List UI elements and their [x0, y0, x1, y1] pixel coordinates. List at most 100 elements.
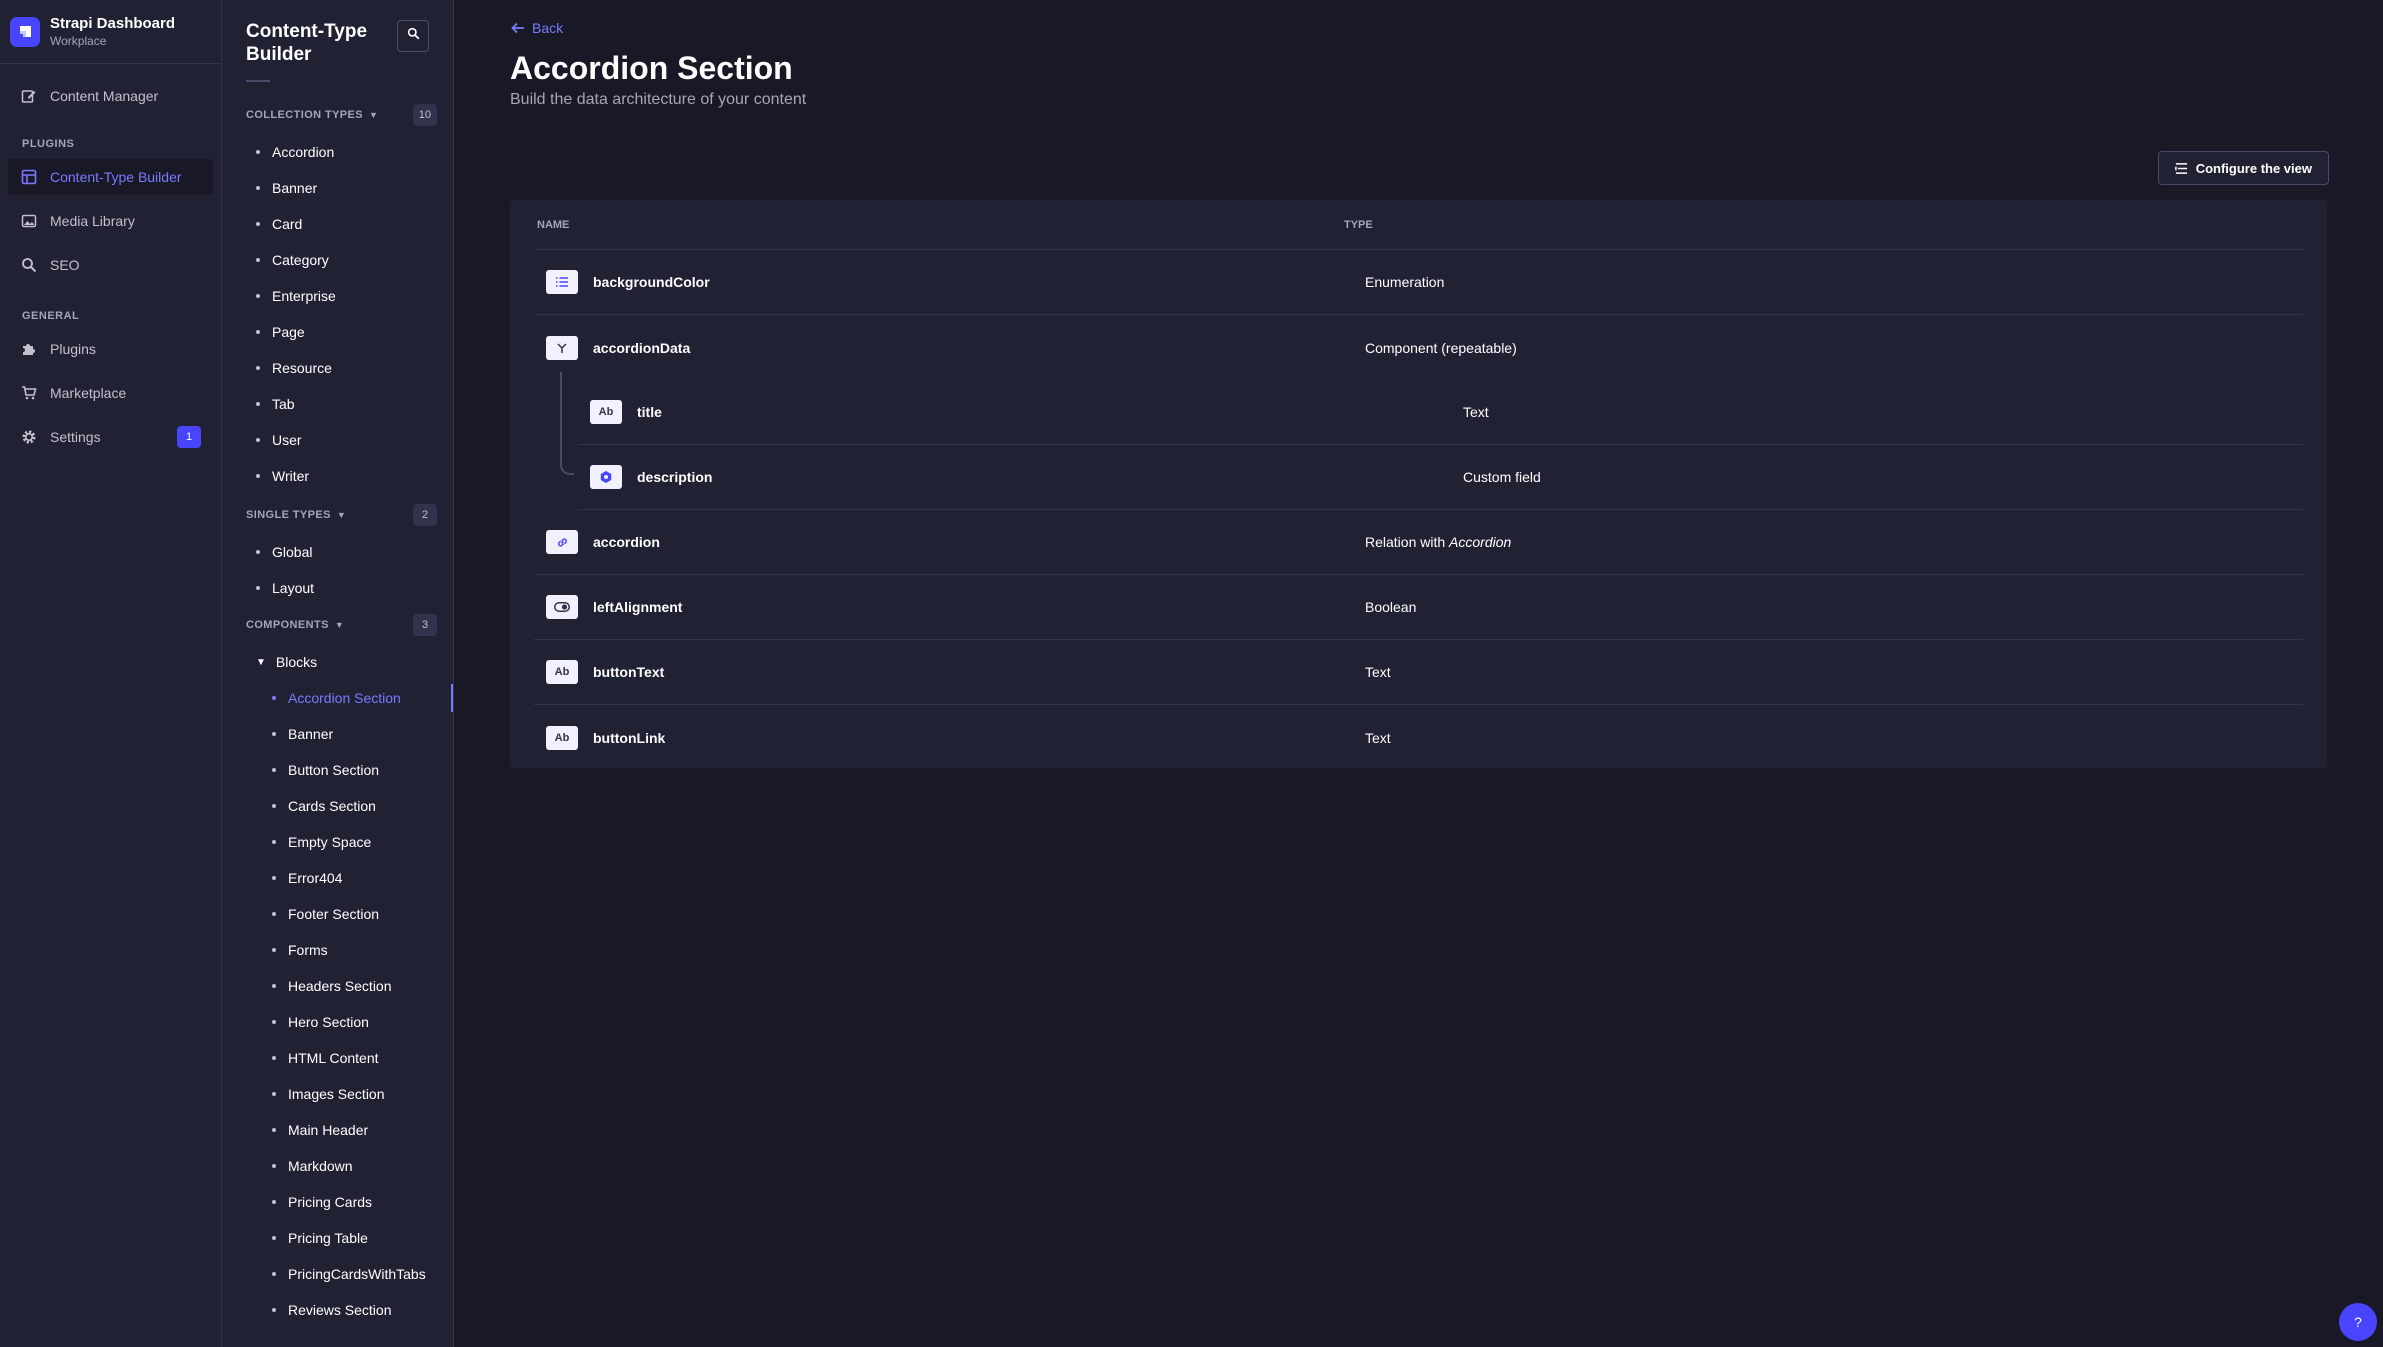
- help-button[interactable]: ?: [2339, 1303, 2377, 1341]
- field-row-accordion[interactable]: accordion Relation with Accordion: [534, 510, 2303, 575]
- subnav-item-label: Category: [272, 252, 329, 268]
- field-name: description: [637, 469, 713, 485]
- bullet-icon: [256, 330, 260, 334]
- field-type: Component (repeatable): [1365, 339, 1517, 356]
- collection-types-toggle[interactable]: COLLECTION TYPES ▼ 10: [222, 102, 453, 128]
- field-name: leftAlignment: [593, 599, 683, 615]
- configure-view-button[interactable]: Configure the view: [2157, 151, 2329, 185]
- nav-plugins[interactable]: Plugins: [8, 331, 213, 367]
- subnav-item-label: User: [272, 432, 302, 448]
- field-type: Text: [1365, 729, 1391, 746]
- field-row-title[interactable]: Ab title Text: [578, 380, 2303, 445]
- subnav-item-headers-section[interactable]: Headers Section: [222, 968, 453, 1004]
- subnav-item-category[interactable]: Category: [222, 242, 453, 278]
- search-icon: [20, 256, 38, 274]
- subnav-item-label: Accordion: [272, 144, 335, 160]
- bullet-icon: [256, 222, 260, 226]
- subnav-item-pricing-cards[interactable]: Pricing Cards: [222, 1184, 453, 1220]
- column-type-header: TYPE: [1344, 218, 1373, 231]
- field-row-buttonText[interactable]: Ab buttonText Text: [534, 640, 2303, 705]
- fields-table: NAME TYPE backgroundColor Enumeration ac…: [510, 200, 2327, 768]
- bullet-icon: [272, 696, 276, 700]
- subnav-item-error404[interactable]: Error404: [222, 860, 453, 896]
- field-row-description[interactable]: description Custom field: [578, 445, 2303, 510]
- nav-seo[interactable]: SEO: [8, 247, 213, 283]
- components-count: 3: [413, 614, 437, 636]
- general-section-label: GENERAL: [22, 310, 80, 322]
- subnav-item-empty-space[interactable]: Empty Space: [222, 824, 453, 860]
- components-toggle[interactable]: COMPONENTS ▼ 3: [222, 612, 453, 638]
- caret-down-icon: ▼: [334, 620, 345, 630]
- nav-content-type-builder[interactable]: Content-Type Builder: [8, 159, 213, 195]
- subnav-item-writer[interactable]: Writer: [222, 458, 453, 494]
- bullet-icon: [256, 150, 260, 154]
- single-types-toggle[interactable]: SINGLE TYPES ▼ 2: [222, 502, 453, 528]
- nav-content-manager[interactable]: Content Manager: [8, 78, 213, 114]
- subnav-item-accordion-section[interactable]: Accordion Section: [222, 680, 453, 716]
- subnav-item-page[interactable]: Page: [222, 314, 453, 350]
- subnav-item-pricing-table[interactable]: Pricing Table: [222, 1220, 453, 1256]
- nav-media-library[interactable]: Media Library: [8, 203, 213, 239]
- field-row-leftAlignment[interactable]: leftAlignment Boolean: [534, 575, 2303, 640]
- subnav-item-banner[interactable]: Banner: [222, 716, 453, 752]
- bullet-icon: [272, 912, 276, 916]
- bullet-icon: [272, 804, 276, 808]
- bullet-icon: [256, 586, 260, 590]
- bullet-icon: [272, 1164, 276, 1168]
- subnav-item-button-section[interactable]: Button Section: [222, 752, 453, 788]
- back-link[interactable]: Back: [510, 20, 563, 36]
- field-name: accordion: [593, 534, 660, 550]
- subnav-item-label: Layout: [272, 580, 315, 596]
- field-type: Text: [1365, 664, 1391, 680]
- subnav-item-forms[interactable]: Forms: [222, 932, 453, 968]
- nav-marketplace[interactable]: Marketplace: [8, 375, 213, 411]
- field-row-buttonLink[interactable]: Ab buttonLink Text: [534, 705, 2303, 770]
- component-category-blocks[interactable]: ▼ Blocks: [222, 644, 453, 680]
- nav-label: Content-Type Builder: [50, 169, 182, 185]
- subnav-item-footer-section[interactable]: Footer Section: [222, 896, 453, 932]
- text-icon: Ab: [546, 725, 578, 750]
- gear-icon: [20, 428, 38, 446]
- subnav-item-user[interactable]: User: [222, 422, 453, 458]
- subnav-item-resource[interactable]: Resource: [222, 350, 453, 386]
- bullet-icon: [256, 186, 260, 190]
- plugins-section-label: PLUGINS: [22, 138, 75, 150]
- subnav-item-hero-section[interactable]: Hero Section: [222, 1004, 453, 1040]
- field-type: Relation with Accordion: [1365, 534, 1511, 550]
- subnav-item-tab[interactable]: Tab: [222, 386, 453, 422]
- nav-settings[interactable]: Settings 1: [8, 419, 213, 455]
- subnav-item-label: Button Section: [288, 762, 380, 778]
- subnav-search-button[interactable]: [397, 20, 429, 52]
- strapi-logo-icon: [10, 16, 40, 47]
- subnav-item-markdown[interactable]: Markdown: [222, 1148, 453, 1184]
- main-content: Back Accordion Section Build the data ar…: [454, 0, 2383, 1347]
- subnav-item-enterprise[interactable]: Enterprise: [222, 278, 453, 314]
- bullet-icon: [272, 840, 276, 844]
- subnav-item-card[interactable]: Card: [222, 206, 453, 242]
- subnav-item-global[interactable]: Global: [222, 534, 453, 570]
- relation-icon: [546, 530, 578, 554]
- bullet-icon: [256, 258, 260, 262]
- subnav-item-cards-section[interactable]: Cards Section: [222, 788, 453, 824]
- main-navigation: Strapi Dashboard Workplace Content Manag…: [0, 0, 222, 1347]
- subnav-item-pricingcardswithtabs[interactable]: PricingCardsWithTabs: [222, 1256, 453, 1292]
- subnav-item-label: Pricing Table: [288, 1230, 368, 1246]
- subnav-item-layout[interactable]: Layout: [222, 570, 453, 606]
- field-row-accordionData[interactable]: accordionData Component (repeatable): [534, 315, 2303, 380]
- page-title: Accordion Section: [510, 50, 793, 86]
- field-row-backgroundColor[interactable]: backgroundColor Enumeration: [534, 250, 2303, 315]
- subnav-item-main-header[interactable]: Main Header: [222, 1112, 453, 1148]
- subnav-item-reviews-section[interactable]: Reviews Section: [222, 1292, 453, 1328]
- component-icon: [546, 335, 578, 360]
- bullet-icon: [272, 948, 276, 952]
- subnav-item-accordion[interactable]: Accordion: [222, 134, 453, 170]
- bullet-icon: [256, 366, 260, 370]
- subnav-item-label: Empty Space: [288, 834, 372, 850]
- nested-tree-connector: [560, 372, 574, 475]
- field-type: Boolean: [1365, 599, 1417, 615]
- subnav-item-label: Headers Section: [288, 978, 392, 994]
- subnav-item-banner[interactable]: Banner: [222, 170, 453, 206]
- brand-header[interactable]: Strapi Dashboard Workplace: [0, 0, 221, 64]
- subnav-item-html-content[interactable]: HTML Content: [222, 1040, 453, 1076]
- subnav-item-images-section[interactable]: Images Section: [222, 1076, 453, 1112]
